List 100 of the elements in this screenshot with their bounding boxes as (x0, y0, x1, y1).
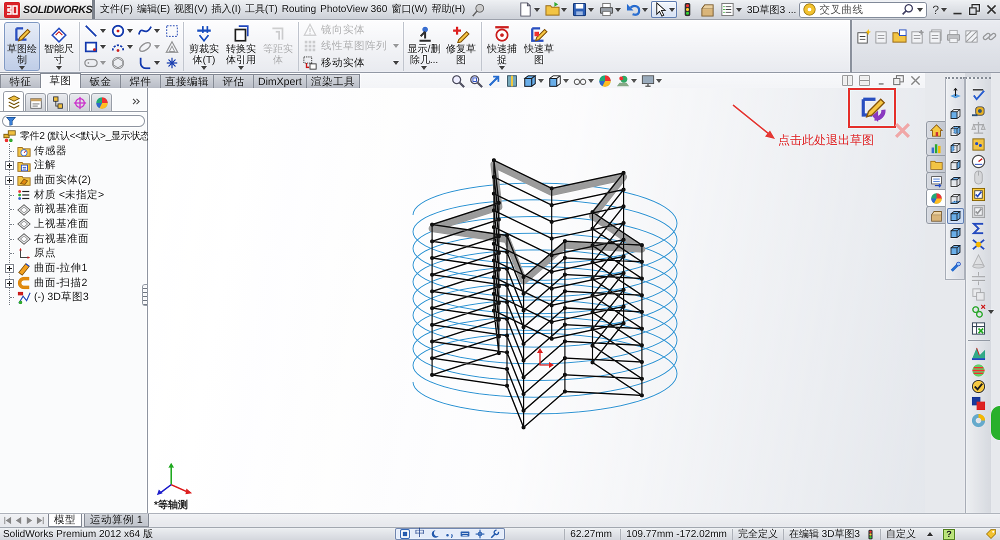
previous-arrow-icon[interactable] (14, 516, 23, 525)
pushpin-icon[interactable] (471, 2, 486, 16)
chevron-icon[interactable] (132, 98, 141, 105)
box-icon[interactable] (700, 2, 715, 17)
menu-item[interactable]: 文件(F) (98, 0, 135, 18)
expand-icon[interactable] (5, 176, 14, 185)
dice-icon[interactable] (971, 137, 986, 152)
help-button[interactable]: ? (943, 528, 955, 540)
search-icon[interactable] (901, 3, 914, 16)
zoom-area-icon[interactable] (468, 74, 483, 88)
caret-icon[interactable] (154, 28, 160, 32)
model-tab[interactable]: 模型 (48, 514, 82, 527)
tree-item[interactable]: 原点 (5, 246, 56, 262)
caret-icon[interactable] (19, 66, 25, 70)
restore-icon[interactable] (968, 3, 981, 16)
rectangle-icon[interactable] (84, 40, 98, 54)
input-mode[interactable]: 中 (415, 529, 425, 539)
caret-icon[interactable] (656, 78, 662, 82)
tree-item[interactable]: 传感器 (5, 144, 67, 158)
tile-icon[interactable] (842, 75, 853, 86)
command-tab[interactable]: 直接编辑 (160, 74, 214, 88)
square-logo-icon[interactable] (400, 529, 410, 539)
asterisk-icon[interactable] (165, 56, 179, 70)
tree-item[interactable]: (-) 3D草图3 (5, 290, 89, 306)
menu-item[interactable]: 窗口(W) (389, 0, 430, 18)
caret-icon[interactable] (127, 28, 133, 32)
menu-item[interactable]: 编辑(E) (134, 0, 172, 18)
caret-icon[interactable] (668, 8, 675, 12)
caret-icon[interactable] (421, 66, 427, 70)
tile-icon[interactable] (859, 75, 870, 86)
last-arrow-icon[interactable] (36, 516, 45, 525)
command-tab[interactable]: 焊件 (120, 74, 161, 88)
caret-icon[interactable] (560, 8, 567, 12)
tool-button[interactable]: 转换实体引用 (223, 22, 259, 71)
tree-item[interactable]: 前视基准面 (5, 202, 89, 218)
area-chart-icon[interactable] (971, 346, 986, 361)
tape-measure-icon[interactable] (971, 104, 986, 119)
caret-icon[interactable] (588, 78, 594, 82)
first-arrow-icon[interactable] (3, 516, 12, 525)
check-mark-icon[interactable] (971, 87, 986, 102)
folder-note-icon[interactable] (892, 29, 907, 44)
tool-button[interactable]: 剪裁实体(T) (186, 22, 222, 71)
line-icon[interactable] (84, 24, 98, 38)
caret-icon[interactable] (127, 44, 133, 48)
caret-icon[interactable] (642, 8, 648, 12)
folder-icon[interactable] (544, 2, 560, 17)
caret-icon[interactable] (941, 8, 947, 12)
task-pane-tab[interactable] (926, 189, 945, 207)
tool-button[interactable]: 智能尺寸 (41, 22, 77, 71)
checkbox-icon[interactable] (971, 187, 986, 202)
task-pane-tab[interactable] (926, 206, 945, 224)
tree-item[interactable]: 右视基准面 (5, 232, 89, 246)
command-tab[interactable]: 钣金 (80, 74, 121, 88)
close-icon[interactable] (985, 3, 998, 16)
color-ball-icon[interactable] (598, 74, 612, 88)
wrench-icon[interactable] (490, 529, 500, 539)
monitor-icon[interactable] (640, 74, 655, 88)
caret-icon[interactable] (988, 310, 994, 314)
cube-icon[interactable] (522, 74, 537, 88)
filter-field[interactable] (2, 115, 145, 127)
tree-item[interactable]: 曲面-扫描2 (5, 276, 88, 291)
crosshair-icon[interactable] (475, 529, 485, 539)
keyboard-icon[interactable] (460, 529, 470, 539)
menu-item[interactable]: 视图(V) (172, 0, 210, 18)
cube-icon[interactable] (548, 74, 562, 88)
menu-item[interactable]: 工具(T) (242, 0, 280, 18)
tool-button[interactable]: 快速草图 (521, 22, 557, 71)
expand-icon[interactable] (5, 161, 14, 170)
cross-icon[interactable] (971, 237, 986, 252)
command-tab[interactable]: 评估 (213, 74, 254, 88)
caret-icon[interactable] (630, 78, 637, 82)
tool-button[interactable]: 快速捕捉 (484, 22, 520, 71)
tool-button[interactable]: 显示/删除几... (406, 22, 442, 71)
caret-icon[interactable] (154, 60, 160, 64)
curve-icon[interactable] (138, 24, 152, 38)
tool-button[interactable]: 修复草图 (443, 22, 479, 71)
expand-icon[interactable] (5, 278, 14, 288)
menu-item[interactable]: 帮助(H) (429, 0, 468, 18)
printer-icon[interactable] (598, 2, 614, 17)
command-tab[interactable]: 渲染工具 (306, 74, 360, 88)
tool-button[interactable]: 草图绘制 (4, 22, 40, 71)
diagonal-arrow-icon[interactable] (486, 74, 501, 88)
expand-icon[interactable] (5, 264, 14, 274)
linked-rings-icon[interactable] (971, 304, 986, 319)
cube-icon[interactable] (946, 208, 964, 224)
scene-icon[interactable] (616, 74, 630, 88)
undo-arrow-icon[interactable] (626, 2, 641, 17)
toolbar-button[interactable] (650, 1, 677, 18)
tree-item[interactable]: 曲面实体(2) (5, 173, 91, 188)
panel-tab[interactable] (3, 91, 24, 111)
tree-item[interactable]: 上视基准面 (5, 217, 89, 232)
caret-icon[interactable] (538, 78, 544, 82)
tag-icon[interactable] (985, 528, 997, 540)
fillet-icon[interactable] (138, 56, 152, 70)
sigma-icon[interactable] (971, 220, 986, 236)
table-icon[interactable] (971, 320, 986, 336)
tool-button[interactable]: 移动实体 (303, 55, 399, 70)
tree-item[interactable]: 材质 <未指定> (5, 188, 104, 202)
tree-item[interactable]: 曲面-拉伸1 (5, 261, 88, 276)
tree-item[interactable]: 注解 (5, 158, 56, 174)
